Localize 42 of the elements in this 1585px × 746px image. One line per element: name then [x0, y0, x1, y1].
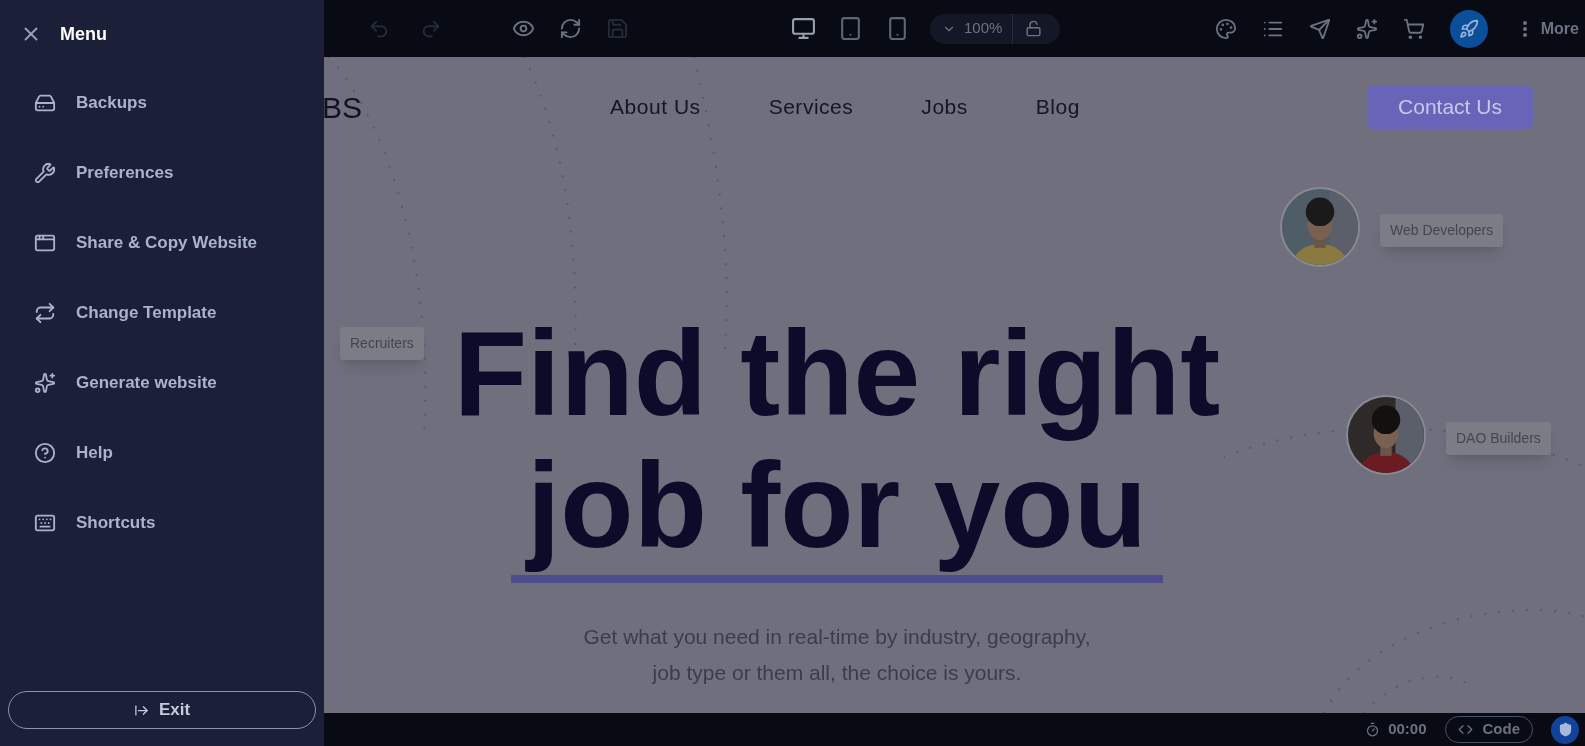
hero-headline: Find the right job for you: [453, 307, 1221, 571]
menu-item[interactable]: Generate website: [0, 348, 324, 418]
wrench-icon: [34, 162, 56, 184]
palette-button[interactable]: [1214, 17, 1237, 40]
desktop-tab[interactable]: [791, 16, 816, 41]
cart-button[interactable]: [1402, 17, 1425, 40]
nav-link[interactable]: Services: [768, 91, 854, 123]
swap-arrows-icon: [34, 302, 56, 324]
sparkles-button[interactable]: [1355, 17, 1378, 40]
tablet-tab[interactable]: [838, 16, 863, 41]
role-tag: DAO Builders: [1446, 422, 1551, 455]
timer-icon: [1365, 722, 1381, 737]
code-icon: [1457, 722, 1473, 737]
send-button[interactable]: [1308, 17, 1331, 40]
rocket-icon: [1458, 18, 1479, 39]
menu-title: Menu: [60, 22, 107, 46]
shield-button[interactable]: [1551, 715, 1579, 744]
zoom-control[interactable]: 100%: [930, 13, 1060, 44]
drive-icon: [34, 92, 56, 114]
role-tag: Recruiters: [340, 327, 424, 360]
nav-link[interactable]: Jobs: [921, 91, 968, 123]
menu-item[interactable]: Preferences: [0, 138, 324, 208]
nav-link[interactable]: About Us: [610, 91, 701, 123]
shield-icon: [1557, 722, 1573, 737]
menu-item[interactable]: Change Template: [0, 278, 324, 348]
more-button[interactable]: More: [1522, 16, 1579, 41]
menu-item[interactable]: Backups: [0, 68, 324, 138]
sparkles-icon: [34, 372, 56, 394]
publish-button[interactable]: [1449, 9, 1488, 48]
refresh-button[interactable]: [559, 17, 582, 40]
help-icon: [34, 442, 56, 464]
dots-icon: [1522, 20, 1527, 37]
timer: 00:00: [1388, 719, 1427, 740]
zoom-level: 100%: [964, 18, 1003, 39]
lock-icon: [1025, 20, 1043, 37]
menu-item[interactable]: Help: [0, 418, 324, 488]
menu-item[interactable]: Shortcuts: [0, 488, 324, 558]
nav-link[interactable]: Blog: [1035, 91, 1080, 123]
window-icon: [34, 232, 56, 254]
site-logo: BS: [324, 89, 363, 126]
keyboard-icon: [34, 512, 56, 534]
menu-item[interactable]: Share & Copy Website: [0, 208, 324, 278]
